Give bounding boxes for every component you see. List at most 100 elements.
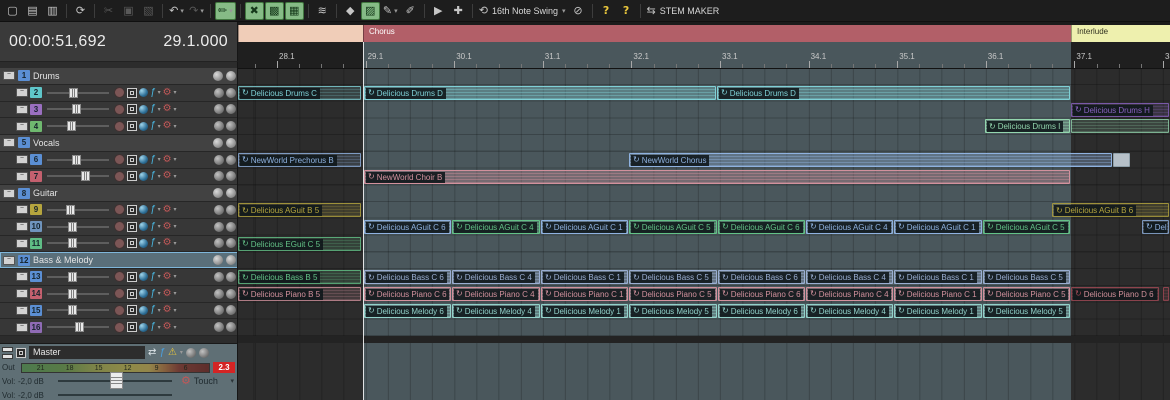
record-arm-button[interactable] (114, 221, 125, 232)
cursor-tool-button[interactable]: ▶ (429, 2, 448, 20)
automation-settings-icon[interactable]: ⚙ (163, 289, 172, 299)
clip[interactable]: ↻Delicious AGuit C 6 (364, 220, 451, 234)
volume-slider[interactable] (47, 222, 109, 232)
clip[interactable]: ↻Delicious AGuit C (1142, 220, 1169, 234)
clip[interactable] (1071, 119, 1169, 133)
timecode-display[interactable]: 00:00:51,692 (9, 33, 106, 51)
chevron-down-icon[interactable]: ▾ (174, 324, 177, 331)
slider-handle[interactable] (72, 155, 81, 165)
chevron-down-icon[interactable]: ▾ (174, 273, 177, 280)
chevron-down-icon[interactable]: ▾ (158, 173, 161, 180)
track-row-5[interactable]: –5Vocals (0, 135, 238, 152)
record-arm-button[interactable] (114, 87, 125, 98)
slider-handle[interactable] (75, 322, 84, 332)
pan-knob-1[interactable] (214, 155, 224, 165)
bus-send-icon[interactable] (139, 306, 148, 315)
clip[interactable]: ↻Delicious Melody 1 (541, 304, 628, 318)
automation-settings-icon[interactable]: ⚙ (163, 121, 172, 131)
track-row-13[interactable]: –13ƒ▾⚙▾ (0, 269, 238, 286)
slider-handle[interactable] (68, 222, 77, 232)
track-row-4[interactable]: –4ƒ▾⚙▾ (0, 118, 238, 135)
paint-tool-button[interactable]: ▩ (265, 2, 284, 20)
collapse-button[interactable]: – (3, 138, 15, 147)
clip[interactable]: ↻Delicious Piano C 5 (629, 287, 717, 301)
clip[interactable]: ↻Delicious AGuit C 1 (894, 220, 982, 234)
clip[interactable]: ↻Delicious Piano D 6 (1071, 287, 1159, 301)
pan-knob-2[interactable] (226, 88, 236, 98)
clip[interactable] (1163, 287, 1169, 301)
clip[interactable]: ↻Delicious Melody 4 (806, 304, 893, 318)
master-slider-track[interactable] (58, 394, 172, 396)
pan-knob-2[interactable] (226, 121, 236, 131)
chevron-down-icon[interactable]: ▾ (158, 273, 161, 280)
clip[interactable]: ↻Delicious Bass C 4 (806, 270, 893, 284)
collapse-button[interactable]: – (16, 172, 28, 181)
track-row-1[interactable]: –1Drums (0, 68, 238, 85)
clip[interactable]: ↻Delicious Piano B 5 (238, 287, 361, 301)
slider-handle[interactable] (69, 88, 78, 98)
solo-button[interactable] (127, 289, 137, 299)
chevron-down-icon[interactable]: ▾ (180, 7, 184, 15)
clip[interactable]: ↻Delicious Melody 6 (718, 304, 805, 318)
track-fx-icon[interactable]: ƒ (150, 322, 156, 332)
slider-handle[interactable] (68, 305, 77, 315)
automation-settings-icon[interactable]: ⚙ (163, 155, 172, 165)
pan-knob-1[interactable] (214, 205, 224, 215)
copy-button[interactable]: ▣ (119, 2, 138, 20)
clip[interactable]: ↻Delicious Drums I (985, 119, 1070, 133)
pan-knob-2[interactable] (226, 138, 236, 148)
chevron-down-icon[interactable]: ▾ (174, 240, 177, 247)
pan-knob-1[interactable] (213, 138, 223, 148)
chevron-down-icon[interactable]: ▾ (158, 89, 161, 96)
paste-button[interactable]: ▧ (139, 2, 158, 20)
track-fx-icon[interactable]: ƒ (150, 289, 156, 299)
bus-send-icon[interactable] (139, 222, 148, 231)
chevron-down-icon[interactable]: ▾ (174, 173, 177, 180)
track-row-14[interactable]: –14ƒ▾⚙▾ (0, 286, 238, 303)
chevron-down-icon[interactable]: ▾ (174, 106, 177, 113)
bus-send-icon[interactable] (139, 205, 148, 214)
pan-knob-1[interactable] (214, 171, 224, 181)
routing-icon[interactable]: ⇄ (148, 348, 156, 358)
track-row-16[interactable]: –16ƒ▾⚙▾ (0, 319, 238, 336)
minimize-tracks-icon[interactable] (2, 347, 13, 359)
pan-knob-2[interactable] (226, 222, 236, 232)
clip[interactable]: ↻Delicious Drums D (717, 86, 1070, 100)
chevron-down-icon[interactable]: ▾ (174, 307, 177, 314)
solo-button[interactable] (127, 322, 137, 332)
collapse-button[interactable]: – (16, 272, 28, 281)
clip[interactable]: ↻Delicious Piano C 4 (806, 287, 893, 301)
track-row-15[interactable]: –15ƒ▾⚙▾ (0, 303, 238, 320)
collapse-button[interactable]: – (16, 289, 28, 298)
chevron-down-icon[interactable]: ▾ (158, 106, 161, 113)
groove-erase-button[interactable]: ⊘ (569, 2, 588, 20)
pan-knob-2[interactable] (226, 255, 236, 265)
chevron-down-icon[interactable]: ▾ (158, 156, 161, 163)
timeline-ruler[interactable]: 28.129.130.131.132.133.134.135.136.137.1… (238, 42, 1170, 69)
record-arm-button[interactable] (114, 204, 125, 215)
chevron-down-icon[interactable]: ▾ (158, 324, 161, 331)
pan-knob-2[interactable] (226, 104, 236, 114)
clip[interactable]: ↻Delicious Drums D (364, 86, 716, 100)
solo-button[interactable] (127, 272, 137, 282)
pan-knob-2[interactable] (226, 155, 236, 165)
chevron-down-icon[interactable]: ▾ (174, 223, 177, 230)
track-fx-icon[interactable]: ƒ (150, 155, 156, 165)
fit-tool-button[interactable]: ✚ (449, 2, 468, 20)
clip[interactable]: ↻Delicious Piano C 6 (364, 287, 451, 301)
chevron-down-icon[interactable]: ▾ (180, 349, 183, 356)
section-marker-interlude[interactable]: Interlude (1071, 25, 1170, 42)
chevron-down-icon[interactable]: ▾ (562, 7, 566, 15)
clip[interactable]: ↻Delicious EGuit C 5 (238, 237, 361, 251)
collapse-button[interactable]: – (16, 122, 28, 131)
track-row-10[interactable]: –10ƒ▾⚙▾ (0, 219, 238, 236)
track-row-8[interactable]: –8Guitar (0, 185, 238, 202)
collapse-button[interactable]: – (16, 205, 28, 214)
collapse-button[interactable]: – (16, 239, 28, 248)
collapse-button[interactable]: – (3, 71, 15, 80)
clip[interactable]: ↻Delicious Bass C 5 (629, 270, 717, 284)
clip[interactable]: ↻NewWorld Prechorus B (238, 153, 361, 167)
chevron-down-icon[interactable]: ▾ (174, 206, 177, 213)
track-fx-icon[interactable]: ƒ (150, 205, 156, 215)
track-fx-icon[interactable]: ƒ (150, 305, 156, 315)
